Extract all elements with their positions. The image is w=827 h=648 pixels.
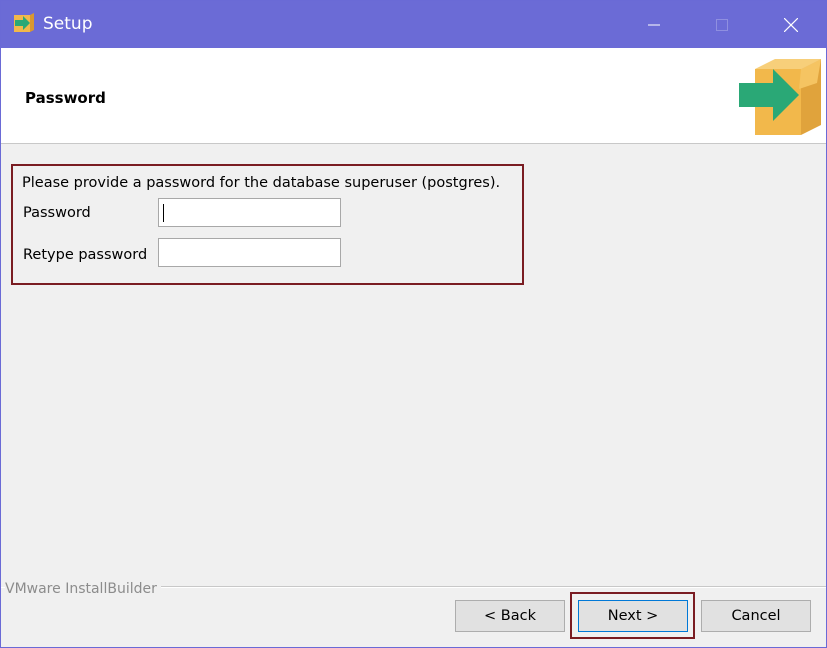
back-button[interactable]: < Back: [455, 600, 565, 632]
minimize-button[interactable]: [619, 1, 689, 48]
title-bar[interactable]: Setup: [1, 1, 826, 48]
window-title: Setup: [43, 14, 93, 34]
box-arrow-logo-icon: [739, 59, 821, 135]
page-title: Password: [25, 89, 106, 107]
next-button[interactable]: Next >: [578, 600, 688, 632]
minimize-icon: [648, 24, 660, 25]
password-input[interactable]: [158, 198, 341, 227]
installer-arrow-icon: [14, 13, 34, 32]
password-label: Password: [23, 205, 91, 221]
retype-password-label: Retype password: [23, 247, 148, 263]
maximize-icon: [716, 18, 728, 31]
setup-window: Setup Password Please provide a password…: [0, 0, 827, 648]
installer-brand: VMware InstallBuilder: [5, 580, 161, 598]
maximize-button[interactable]: [687, 1, 757, 48]
close-button[interactable]: [756, 1, 826, 48]
text-caret: [163, 204, 164, 222]
cancel-button[interactable]: Cancel: [701, 600, 811, 632]
retype-password-input[interactable]: [158, 238, 341, 267]
password-description: Please provide a password for the databa…: [22, 175, 501, 191]
header-panel: Password: [1, 48, 826, 144]
close-icon: [784, 17, 798, 32]
